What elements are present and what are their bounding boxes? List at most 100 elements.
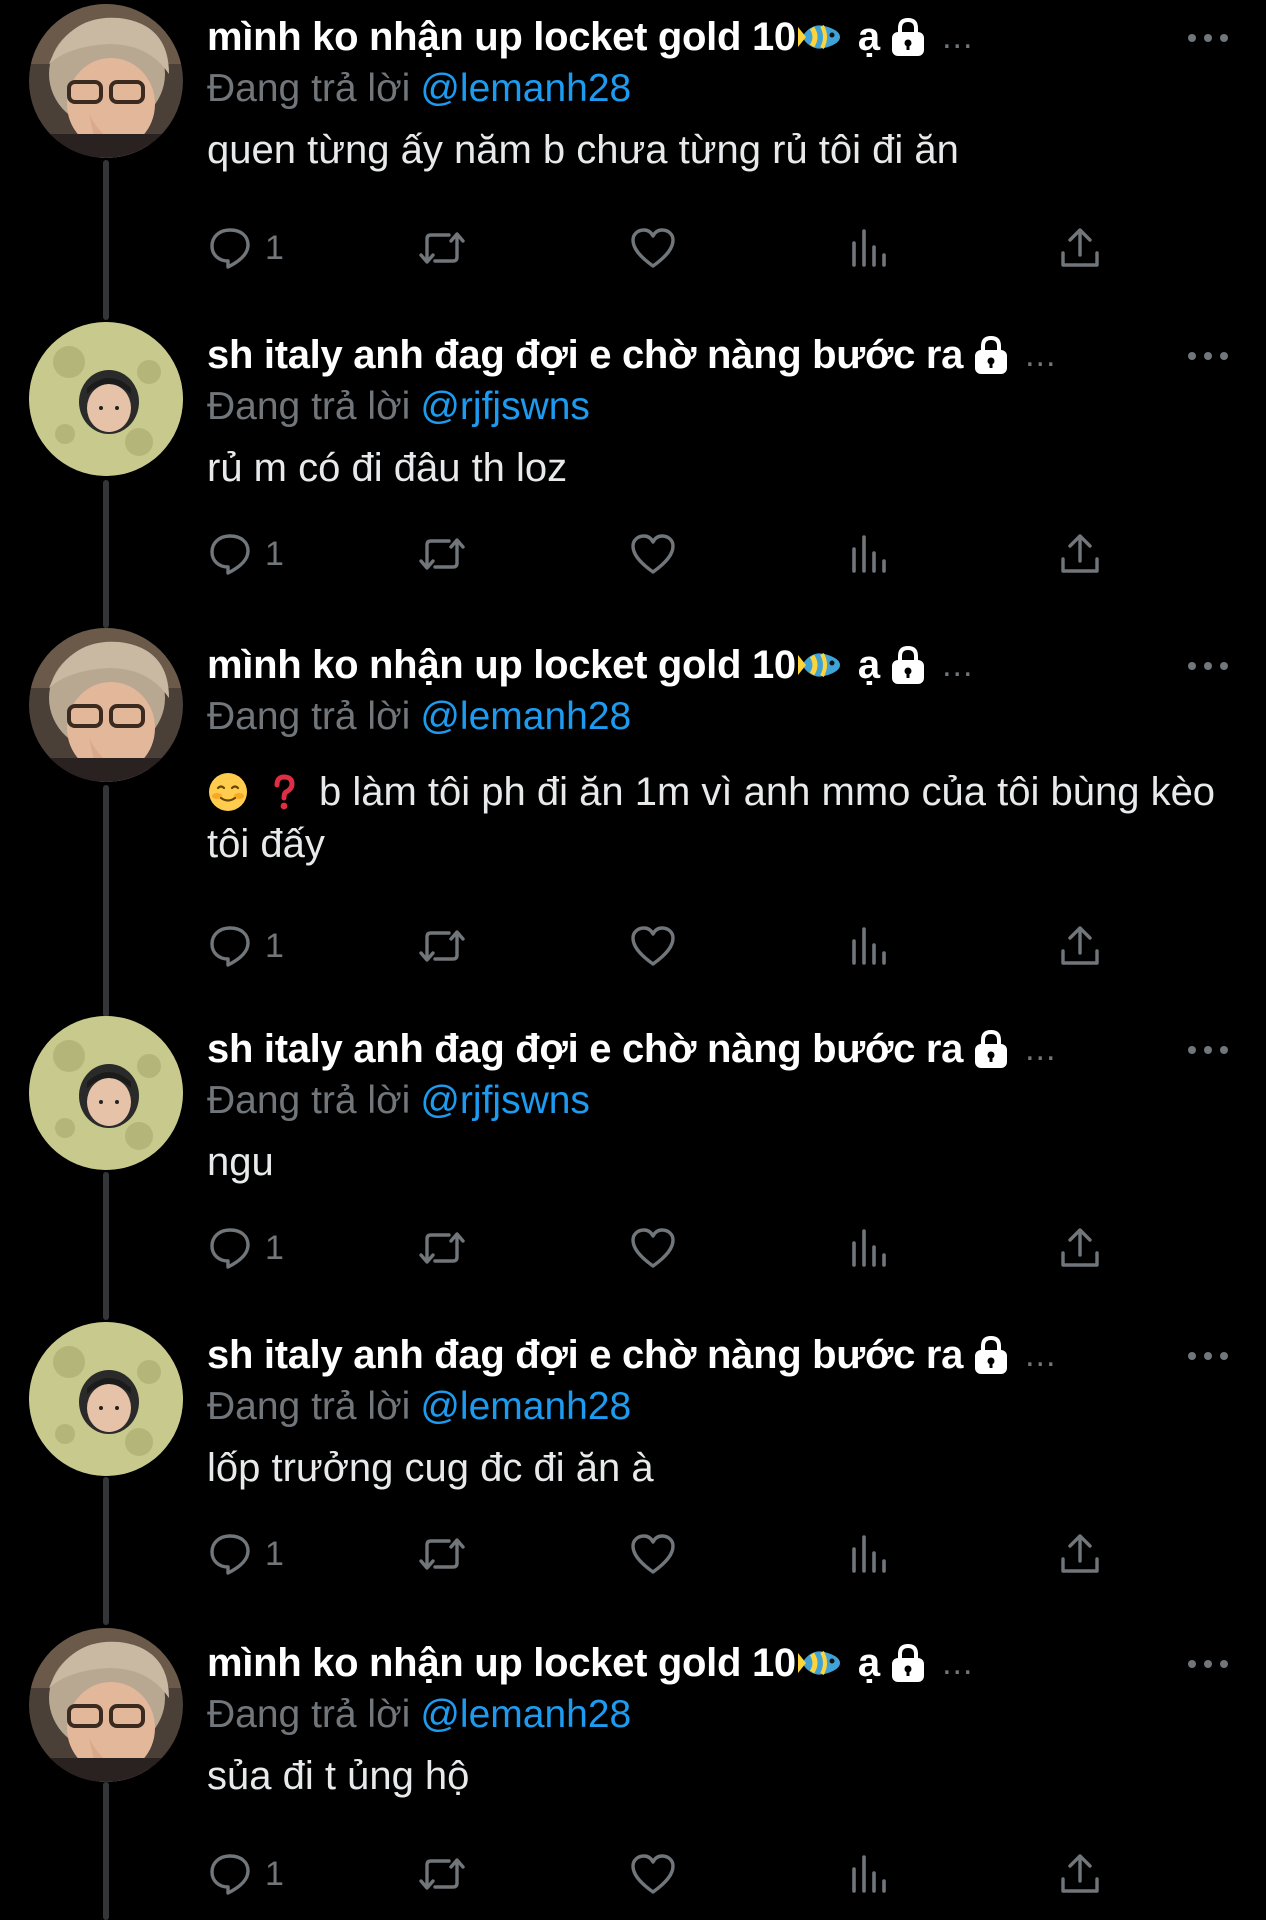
more-icon[interactable] xyxy=(1180,1336,1236,1376)
like-button[interactable] xyxy=(629,1846,677,1902)
tweet-content: sh italy anh đag đợi e chờ nàng bước ra … xyxy=(207,332,1236,494)
heart-icon xyxy=(631,1534,675,1574)
more-icon[interactable] xyxy=(1180,336,1236,376)
share-icon xyxy=(1061,1534,1099,1573)
views-button[interactable] xyxy=(847,918,893,974)
retweet-button[interactable] xyxy=(415,1220,469,1276)
mention-link[interactable]: @lemanh28 xyxy=(420,695,631,738)
views-button[interactable] xyxy=(847,526,893,582)
more-icon[interactable] xyxy=(1180,1030,1236,1070)
thread-line xyxy=(103,1477,109,1625)
reply-button[interactable]: 1 xyxy=(207,1526,284,1582)
tweet-actions: 1 xyxy=(207,1526,1107,1582)
tweet-content: sh italy anh đag đợi e chờ nàng bước ra … xyxy=(207,1026,1236,1188)
avatar-face-in-hole xyxy=(29,322,183,476)
like-button[interactable] xyxy=(629,526,677,582)
retweet-icon xyxy=(419,930,465,962)
author-name[interactable]: mình ko nhận up locket gold 10 xyxy=(207,15,796,60)
views-button[interactable] xyxy=(847,1846,893,1902)
tweet-actions: 1 xyxy=(207,526,1107,582)
views-icon xyxy=(852,1229,886,1267)
share-button[interactable] xyxy=(1057,1526,1103,1582)
lock-icon xyxy=(892,17,925,56)
mention-link[interactable]: @lemanh28 xyxy=(420,1693,631,1736)
replying-to: Đang trả lời @rjfjswns xyxy=(207,1076,1236,1126)
thread-line xyxy=(103,480,109,628)
reply-button[interactable]: 1 xyxy=(207,526,284,582)
share-button[interactable] xyxy=(1057,918,1103,974)
author-name[interactable]: mình ko nhận up locket gold 10 xyxy=(207,1641,796,1686)
reply-button[interactable]: 1 xyxy=(207,1220,284,1276)
share-button[interactable] xyxy=(1057,1220,1103,1276)
thread-line xyxy=(103,1172,109,1320)
tweet-header: sh italy anh đag đợi e chờ nàng bước ra … xyxy=(207,1332,1236,1378)
retweet-button[interactable] xyxy=(415,220,469,276)
name-ellipsis: ... xyxy=(942,645,974,684)
tweet-content: mình ko nhận up locket gold 10 ạ ... Đan… xyxy=(207,1640,1236,1802)
like-button[interactable] xyxy=(629,1220,677,1276)
share-button[interactable] xyxy=(1057,1846,1103,1902)
views-button[interactable] xyxy=(847,1220,893,1276)
replying-to: Đang trả lời @lemanh28 xyxy=(207,1690,1236,1740)
reply-count: 1 xyxy=(265,1534,284,1573)
avatar[interactable] xyxy=(29,4,183,158)
mention-link[interactable]: @lemanh28 xyxy=(420,67,631,110)
tweet-header: sh italy anh đag đợi e chờ nàng bước ra … xyxy=(207,332,1236,378)
smiling-blush-emoji xyxy=(209,773,247,811)
heart-icon xyxy=(631,926,675,966)
share-button[interactable] xyxy=(1057,220,1103,276)
replying-to: Đang trả lời @lemanh28 xyxy=(207,64,1236,114)
avatar[interactable] xyxy=(29,1628,183,1782)
like-button[interactable] xyxy=(629,1526,677,1582)
like-button[interactable] xyxy=(629,220,677,276)
lock-icon xyxy=(892,1643,925,1682)
retweet-button[interactable] xyxy=(415,1526,469,1582)
tropical-fish-emoji xyxy=(797,25,840,49)
author-name[interactable]: sh italy anh đag đợi e chờ nàng bước ra xyxy=(207,1027,963,1072)
lock-icon xyxy=(892,645,925,684)
author-name[interactable]: sh italy anh đag đợi e chờ nàng bước ra xyxy=(207,333,963,378)
mention-link[interactable]: @rjfjswns xyxy=(420,1079,590,1122)
retweet-button[interactable] xyxy=(415,1846,469,1902)
reply-count: 1 xyxy=(265,228,284,267)
author-name[interactable]: sh italy anh đag đợi e chờ nàng bước ra xyxy=(207,1333,963,1378)
tweet-actions: 1 xyxy=(207,220,1107,276)
replying-to-label: Đang trả lời xyxy=(207,1385,411,1428)
author-name[interactable]: mình ko nhận up locket gold 10 xyxy=(207,643,796,688)
name-ellipsis: ... xyxy=(1025,1335,1057,1374)
lock-icon xyxy=(975,1335,1008,1374)
reply-icon xyxy=(210,1228,250,1269)
reply-button[interactable]: 1 xyxy=(207,220,284,276)
avatar[interactable] xyxy=(29,628,183,782)
more-icon[interactable] xyxy=(1180,646,1236,686)
avatar-boy-glasses xyxy=(29,4,183,158)
tweet-content: mình ko nhận up locket gold 10 ạ ... Đan… xyxy=(207,642,1236,870)
replying-to-label: Đang trả lời xyxy=(207,695,411,738)
views-button[interactable] xyxy=(847,220,893,276)
share-button[interactable] xyxy=(1057,526,1103,582)
avatar[interactable] xyxy=(29,1322,183,1476)
reply-button[interactable]: 1 xyxy=(207,1846,284,1902)
reply-button[interactable]: 1 xyxy=(207,918,284,974)
tweet-text: quen từng ấy năm b chưa từng rủ tôi đi ă… xyxy=(207,128,959,172)
heart-icon xyxy=(631,228,675,268)
retweet-icon xyxy=(419,232,465,264)
retweet-icon xyxy=(419,1538,465,1570)
reply-icon xyxy=(210,228,250,269)
retweet-button[interactable] xyxy=(415,918,469,974)
replying-to: Đang trả lời @lemanh28 xyxy=(207,692,1236,742)
more-icon[interactable] xyxy=(1180,18,1236,58)
mention-link[interactable]: @rjfjswns xyxy=(420,385,590,428)
thread-line xyxy=(103,160,109,320)
views-button[interactable] xyxy=(847,1526,893,1582)
name-ellipsis: ... xyxy=(1025,1029,1057,1068)
like-button[interactable] xyxy=(629,918,677,974)
thread-line xyxy=(103,1782,109,1920)
mention-link[interactable]: @lemanh28 xyxy=(420,1385,631,1428)
retweet-button[interactable] xyxy=(415,526,469,582)
avatar[interactable] xyxy=(29,322,183,476)
avatar[interactable] xyxy=(29,1016,183,1170)
thread-line xyxy=(103,785,109,1017)
more-icon[interactable] xyxy=(1180,1644,1236,1684)
retweet-icon xyxy=(419,1858,465,1890)
